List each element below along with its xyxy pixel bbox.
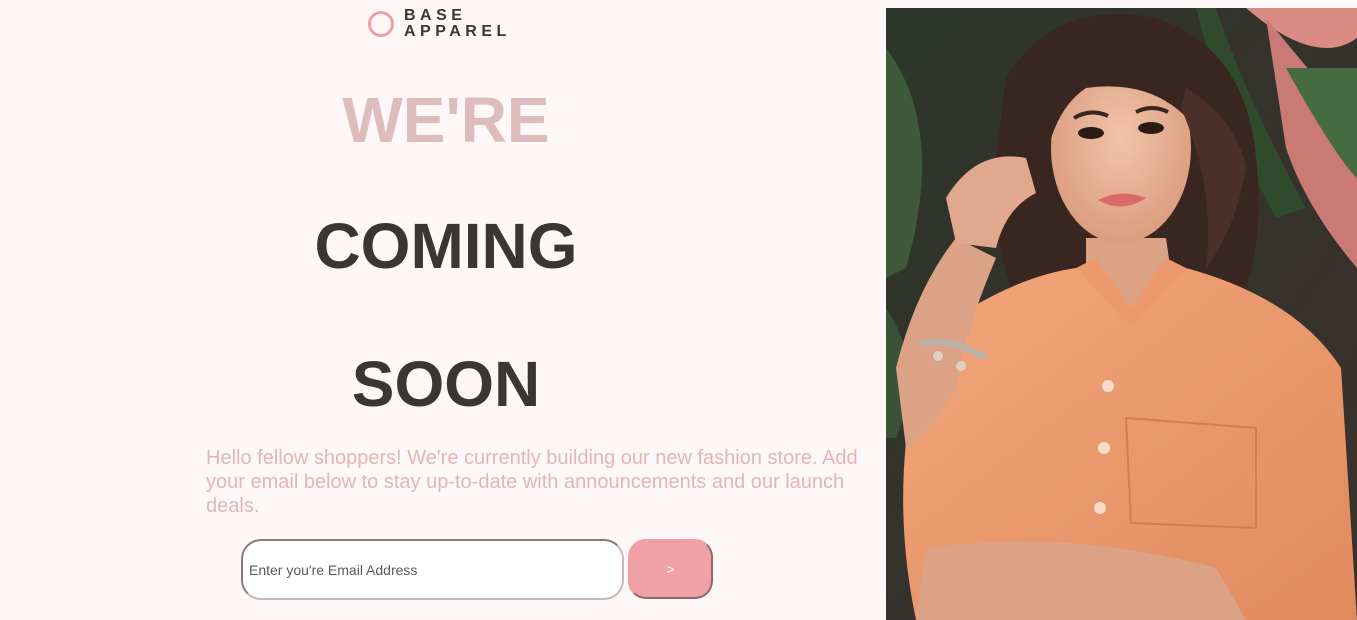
coming-soon-page: BASE APPAREL WE'RE COMING SOON Hello fel… [0,0,1357,620]
email-field[interactable] [241,539,624,600]
headline-coming: COMING [314,210,578,282]
headline-were: WE'RE [342,84,550,156]
submit-button[interactable]: > [628,539,713,599]
logo-line-1: BASE [404,7,467,24]
headline-soon: SOON [351,348,541,420]
logo-line-2: APPAREL [404,23,511,40]
logo-circle-icon [368,11,394,37]
intro-paragraph: Hello fellow shoppers! We're currently b… [206,447,858,517]
logo-wordmark: BASE APPAREL [404,8,511,40]
hero-image [886,8,1357,620]
brand-logo: BASE APPAREL [368,8,511,40]
hero-photo-icon [886,8,1357,620]
